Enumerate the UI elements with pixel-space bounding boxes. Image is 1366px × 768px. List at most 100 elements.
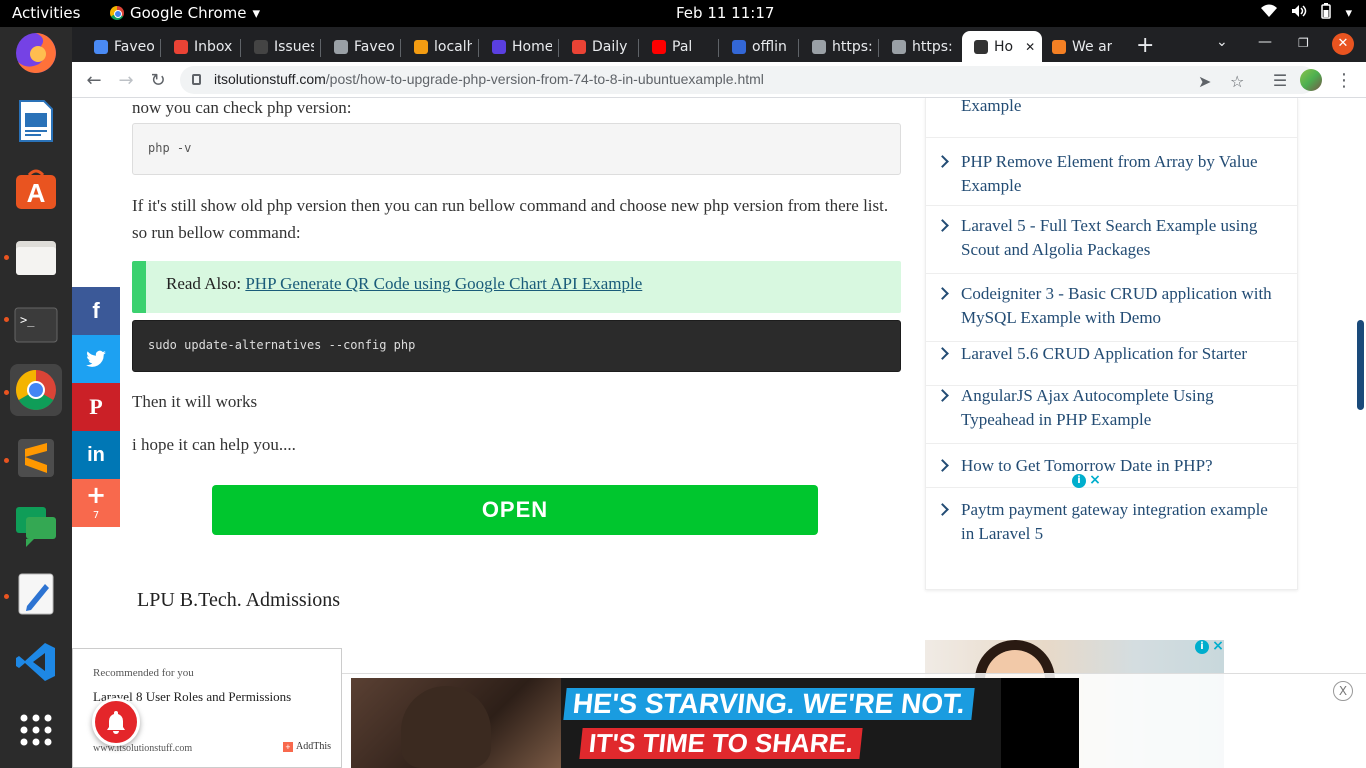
close-ad-button[interactable]: X xyxy=(1333,681,1353,701)
browser-tab[interactable]: Faveo xyxy=(82,31,154,62)
browser-tab[interactable]: We ar xyxy=(1040,31,1112,62)
chevron-right-icon xyxy=(936,347,949,360)
app-menu-label: Google Chrome xyxy=(130,4,247,22)
sidebar-item[interactable]: Laravel 5 - Full Text Search Example usi… xyxy=(926,206,1298,274)
notification-bell-button[interactable] xyxy=(92,698,140,746)
google-chat-launcher[interactable] xyxy=(10,500,62,552)
running-indicator xyxy=(4,458,9,463)
ad-close-icon[interactable]: × xyxy=(1088,473,1102,488)
browser-tab[interactable]: Issues xyxy=(242,31,314,62)
linkedin-share-button[interactable]: in xyxy=(72,431,120,479)
facebook-icon: f xyxy=(92,298,100,323)
facebook-share-button[interactable]: f xyxy=(72,287,120,335)
menu-kebab-icon[interactable]: ⋮ xyxy=(1332,68,1356,92)
chevron-right-icon xyxy=(936,503,949,516)
close-tab-icon[interactable]: ✕ xyxy=(1025,40,1035,54)
activities-button[interactable]: Activities xyxy=(12,4,80,22)
terminal-launcher[interactable]: >_ xyxy=(10,299,62,351)
caret-down-icon: ▾ xyxy=(252,4,261,22)
adchoices-icon[interactable]: i xyxy=(1072,474,1086,488)
system-menu-icon: ▾ xyxy=(1345,5,1352,21)
browser-tab[interactable]: https: xyxy=(800,31,872,62)
libreoffice-writer-launcher[interactable] xyxy=(10,95,62,147)
read-also-box: Read Also: PHP Generate QR Code using Go… xyxy=(132,261,901,313)
ubuntu-dock: A >_ xyxy=(0,27,72,768)
sidebar-item[interactable]: Codeigniter 3 - Basic CRUD application w… xyxy=(926,274,1298,342)
chrome-launcher[interactable] xyxy=(10,364,62,416)
adchoices-icon[interactable]: i xyxy=(1195,640,1209,654)
profile-avatar[interactable] xyxy=(1300,69,1322,91)
pinterest-share-button[interactable]: P xyxy=(72,383,120,431)
battery-icon xyxy=(1321,3,1332,23)
browser-tab[interactable]: Pal xyxy=(640,31,712,62)
tab-separator xyxy=(878,39,879,57)
tab-separator xyxy=(558,39,559,57)
text-editor-launcher[interactable] xyxy=(10,568,62,620)
open-ad-button[interactable]: OPEN xyxy=(212,485,818,535)
ad-headline: HE'S STARVING. WE'RE NOT. xyxy=(563,688,975,720)
clock[interactable]: Feb 11 11:17 xyxy=(676,4,774,22)
url-text: itsolutionstuff.com/post/how-to-upgrade-… xyxy=(214,71,764,87)
github-icon xyxy=(254,39,268,54)
site-icon xyxy=(974,39,988,54)
browser-tab[interactable]: Home xyxy=(480,31,552,62)
browser-tab[interactable]: Daily xyxy=(560,31,632,62)
more-share-button[interactable]: + 7 xyxy=(72,479,120,527)
globe-icon xyxy=(892,39,906,54)
firefox-icon xyxy=(16,33,56,73)
browser-tab[interactable]: Inbox xyxy=(162,31,234,62)
bottom-banner-ad[interactable]: HE'S STARVING. WE'RE NOT. IT'S TIME TO S… xyxy=(351,678,1079,768)
addthis-badge[interactable]: + AddThis xyxy=(283,741,331,752)
lpu-ad-text[interactable]: LPU B.Tech. Admissions xyxy=(137,589,340,612)
sidebar-item[interactable]: PHP Remove Element from Array by Value E… xyxy=(926,138,1298,206)
tab-search-icon[interactable]: ⌄ xyxy=(1216,34,1228,50)
close-window-button[interactable]: ✕ xyxy=(1332,33,1354,55)
tab-title: Faveo xyxy=(354,38,394,55)
tab-title: offlin xyxy=(752,38,787,55)
minimize-button[interactable]: — xyxy=(1258,34,1272,50)
address-bar[interactable]: itsolutionstuff.com/post/how-to-upgrade-… xyxy=(180,66,1316,94)
running-indicator xyxy=(4,594,9,599)
ad-close-icon[interactable]: × xyxy=(1211,639,1225,654)
browser-tab[interactable]: localh xyxy=(402,31,472,62)
app-menu[interactable]: Google Chrome ▾ xyxy=(110,4,260,22)
read-also-link[interactable]: PHP Generate QR Code using Google Chart … xyxy=(245,274,642,293)
youtube-icon xyxy=(652,39,666,54)
chevron-right-icon xyxy=(936,389,949,402)
forward-button[interactable]: → xyxy=(114,68,138,92)
sidebar-item[interactable]: AngularJS Ajax Autocomplete Using Typeah… xyxy=(926,376,1298,444)
tab-title: Home xyxy=(512,38,552,55)
maximize-button[interactable]: ❐ xyxy=(1298,36,1309,50)
browser-tab[interactable]: Ho ✕ xyxy=(962,31,1042,62)
code-block-php-v: php -v xyxy=(132,123,901,175)
sidebar-item[interactable]: How to Get Tomorrow Date in PHP? xyxy=(926,444,1298,488)
new-tab-button[interactable]: + xyxy=(1136,33,1154,58)
bookmark-star-icon[interactable]: ☆ xyxy=(1230,72,1244,91)
vscode-launcher[interactable] xyxy=(10,636,62,688)
reading-list-icon[interactable]: ☰ xyxy=(1268,68,1292,92)
browser-tab[interactable]: offlin xyxy=(720,31,792,62)
send-tab-icon[interactable]: ➤ xyxy=(1198,72,1211,91)
files-launcher[interactable] xyxy=(10,231,62,283)
show-applications-button[interactable] xyxy=(10,704,62,756)
back-button[interactable]: ← xyxy=(82,68,106,92)
sublime-text-launcher[interactable] xyxy=(10,432,62,484)
chrome-icon xyxy=(16,370,56,410)
globe-icon xyxy=(334,39,348,54)
tab-title: Ho xyxy=(994,38,1014,55)
page-scrollbar-thumb[interactable] xyxy=(1357,320,1364,410)
firefox-launcher[interactable] xyxy=(10,27,62,79)
system-tray[interactable]: ▾ xyxy=(1261,3,1352,23)
linkedin-icon: in xyxy=(87,443,105,466)
pinterest-icon: P xyxy=(89,394,103,419)
reload-button[interactable]: ↻ xyxy=(146,68,170,92)
sidebar-item[interactable]: Paytm payment gateway integration exampl… xyxy=(926,488,1298,556)
addthis-icon: + xyxy=(283,741,293,752)
twitter-share-button[interactable] xyxy=(72,335,120,383)
sidebar-item[interactable]: Example xyxy=(926,98,1298,138)
software-center-launcher[interactable]: A xyxy=(10,163,62,215)
chevron-right-icon xyxy=(936,219,949,232)
browser-tab[interactable]: https: xyxy=(880,31,952,62)
browser-tab[interactable]: Faveo xyxy=(322,31,394,62)
tab-title: Issues xyxy=(274,38,314,55)
